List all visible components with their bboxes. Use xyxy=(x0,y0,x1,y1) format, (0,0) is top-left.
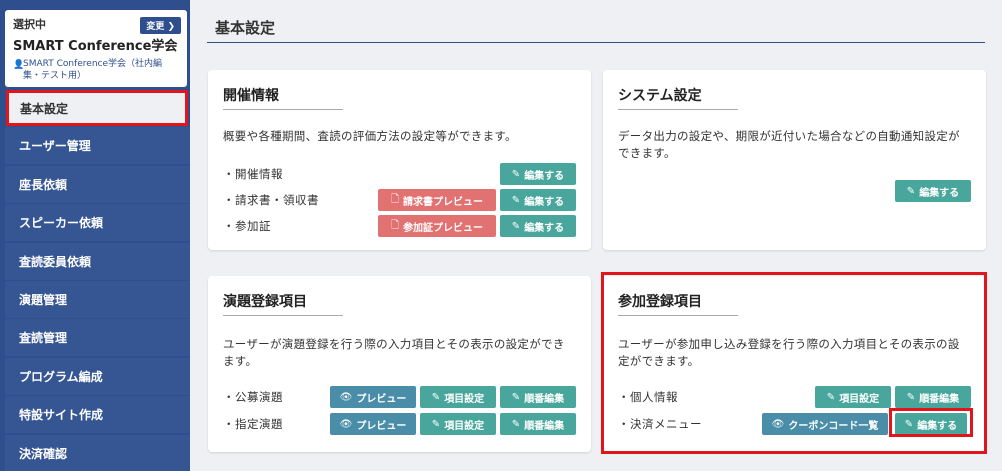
edit-certificate-button[interactable]: ✎ 編集する xyxy=(500,215,576,237)
edit-invoice-button[interactable]: ✎ 編集する xyxy=(500,189,576,211)
open-abstract-fields-button[interactable]: ✎ 項目設定 xyxy=(420,386,496,408)
sidebar-nav: 基本設定 ユーザー管理 座長依頼 スピーカー依頼 査読委員依頼 演題管理 査読管… xyxy=(5,90,190,471)
preview-label: プレビュー xyxy=(356,393,407,405)
card-divider xyxy=(618,109,738,110)
user-icon: 👤 xyxy=(13,60,25,70)
edit-icon: ✎ xyxy=(511,418,521,430)
edit-button-label: 編集する xyxy=(919,187,960,199)
sidebar-item-review-management[interactable]: 査読管理 xyxy=(5,319,190,357)
system-settings-title: システム設定 xyxy=(618,88,702,104)
row-certificate: ・参加証 xyxy=(223,219,271,233)
sidebar-item-basic-settings[interactable]: 基本設定 xyxy=(6,90,188,126)
order-label: 順番編集 xyxy=(524,420,565,432)
edit-icon: ✎ xyxy=(511,168,521,180)
open-abstract-preview-button[interactable]: 👁 プレビュー xyxy=(330,386,416,408)
sidebar-item-program[interactable]: プログラム編成 xyxy=(5,357,190,395)
org-subtitle-line2: 集・テスト用） xyxy=(23,71,87,81)
system-settings-desc: データ出力の設定や、期限が近付いた場合などの自動通知設定が できます。 xyxy=(618,128,960,162)
org-subtitle: 👤 SMART Conference学会（社内編 集・テスト用） xyxy=(13,58,179,82)
certificate-preview-label: 参加証プレビュー xyxy=(403,222,484,234)
system-desc-line2: できます。 xyxy=(618,146,676,160)
abstract-fields-desc: ユーザーが演題登録を行う際の入力項目とその表示の設定ができ ます。 xyxy=(223,336,565,370)
edit-icon: ✎ xyxy=(431,391,441,403)
edit-icon: ✎ xyxy=(511,220,521,232)
change-org-button[interactable]: 変更 ❯ xyxy=(140,17,181,34)
card-divider xyxy=(223,315,343,316)
invoice-preview-label: 請求書プレビュー xyxy=(403,196,484,208)
sidebar-item-abstract-management[interactable]: 演題管理 xyxy=(5,280,190,318)
event-info-card: 開催情報 概要や各種期間、査読の評価方法の設定等ができます。 ・開催情報 ✎ 編集… xyxy=(208,70,591,250)
title-divider xyxy=(207,42,985,43)
edit-event-info-button[interactable]: ✎ 編集する xyxy=(500,163,576,185)
org-name: SMART Conference学会 xyxy=(13,39,178,54)
system-desc-line1: データ出力の設定や、期限が近付いた場合などの自動通知設定が xyxy=(618,129,960,143)
abstract-desc-line1: ユーザーが演題登録を行う際の入力項目とその表示の設定ができ xyxy=(223,337,565,351)
edit-icon: ✎ xyxy=(431,418,441,430)
invited-abstract-preview-button[interactable]: 👁 プレビュー xyxy=(330,413,416,435)
fields-label: 項目設定 xyxy=(444,420,485,432)
page-title: 基本設定 xyxy=(215,19,276,37)
sidebar: 選択中 変更 ❯ SMART Conference学会 👤 SMART Conf… xyxy=(0,0,190,471)
invited-abstract-fields-button[interactable]: ✎ 項目設定 xyxy=(420,413,496,435)
row-invoice: ・請求書・領収書 xyxy=(223,193,319,207)
certificate-preview-button[interactable]: 🗋 参加証プレビュー xyxy=(378,215,496,237)
preview-label: プレビュー xyxy=(356,420,407,432)
row-event-info: ・開催情報 xyxy=(223,167,283,181)
document-icon: 🗋 xyxy=(390,193,400,205)
sidebar-item-site-creation[interactable]: 特設サイト作成 xyxy=(5,396,190,434)
event-info-title: 開催情報 xyxy=(223,88,279,104)
edit-icon: ✎ xyxy=(906,185,916,197)
sidebar-item-payment[interactable]: 決済確認 xyxy=(5,434,190,471)
invited-abstract-order-button[interactable]: ✎ 順番編集 xyxy=(500,413,576,435)
edit-button-label: 編集する xyxy=(524,170,565,182)
event-info-desc: 概要や各種期間、査読の評価方法の設定等ができます。 xyxy=(223,129,517,143)
sidebar-item-user-management[interactable]: ユーザー管理 xyxy=(5,127,190,165)
eye-icon: 👁 xyxy=(339,418,353,430)
sidebar-item-reviewer-request[interactable]: 査読委員依頼 xyxy=(5,242,190,280)
open-abstract-order-button[interactable]: ✎ 順番編集 xyxy=(500,386,576,408)
document-icon: 🗋 xyxy=(390,219,400,231)
edit-icon: ✎ xyxy=(511,194,521,206)
system-settings-card: システム設定 データ出力の設定や、期限が近付いた場合などの自動通知設定が できま… xyxy=(603,70,986,250)
org-subtitle-line1: SMART Conference学会（社内編 xyxy=(23,59,163,69)
eye-icon: 👁 xyxy=(339,391,353,403)
organization-card: 選択中 変更 ❯ SMART Conference学会 👤 SMART Conf… xyxy=(5,10,187,87)
edit-payment-button-highlight xyxy=(889,408,973,437)
edit-button-label: 編集する xyxy=(524,222,565,234)
card-divider xyxy=(223,109,343,110)
edit-icon: ✎ xyxy=(511,391,521,403)
order-label: 順番編集 xyxy=(524,393,565,405)
row-invited-abstract: ・指定演題 xyxy=(223,417,283,431)
fields-label: 項目設定 xyxy=(444,393,485,405)
edit-button-label: 編集する xyxy=(524,196,565,208)
sidebar-item-speaker-request[interactable]: スピーカー依頼 xyxy=(5,204,190,242)
abstract-fields-title: 演題登録項目 xyxy=(223,294,307,310)
row-open-abstract: ・公募演題 xyxy=(223,390,283,404)
sidebar-item-chair-request[interactable]: 座長依頼 xyxy=(5,165,190,203)
edit-system-button[interactable]: ✎ 編集する xyxy=(895,180,971,202)
abstract-fields-card: 演題登録項目 ユーザーが演題登録を行う際の入力項目とその表示の設定ができ ます。… xyxy=(208,276,591,452)
invoice-preview-button[interactable]: 🗋 請求書プレビュー xyxy=(378,189,496,211)
abstract-desc-line2: ます。 xyxy=(223,354,258,368)
